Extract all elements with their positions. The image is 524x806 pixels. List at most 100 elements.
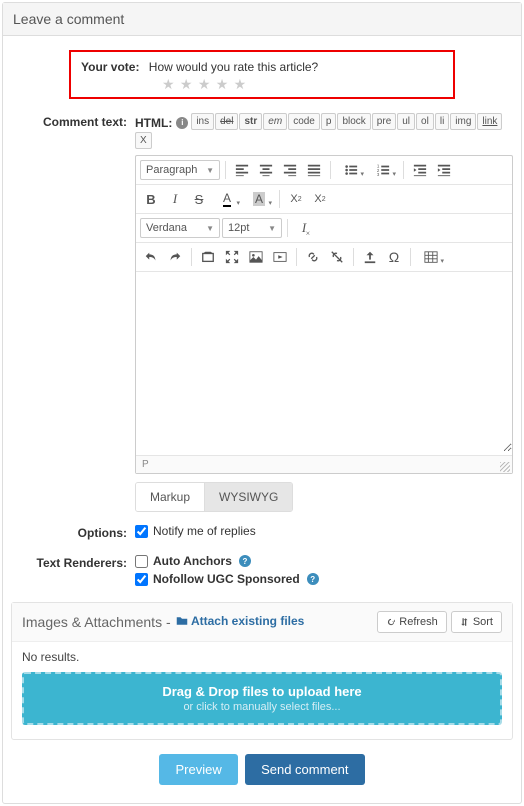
size-select[interactable]: 12pt▼ [222, 218, 282, 238]
upload-icon[interactable] [359, 246, 381, 268]
sort-button[interactable]: Sort [451, 611, 502, 633]
strikethrough-icon[interactable]: S [188, 188, 210, 210]
star-icon[interactable]: ★ [180, 76, 193, 92]
outdent-icon[interactable] [409, 159, 431, 181]
align-right-icon[interactable] [279, 159, 301, 181]
options-row: Options: Notify me of replies [11, 524, 513, 542]
paragraph-select[interactable]: Paragraph▼ [140, 160, 220, 180]
toolbar-row-4: Ω [136, 243, 512, 272]
align-left-icon[interactable] [231, 159, 253, 181]
tag-ul[interactable]: ul [397, 113, 415, 130]
preview-button[interactable]: Preview [159, 754, 237, 785]
actions-row: Preview Send comment [11, 740, 513, 791]
html-tags-bar: HTML: i ins del str em code p block pre … [135, 113, 513, 151]
attachments-panel: Images & Attachments - Attach existing f… [11, 602, 513, 740]
italic-icon[interactable]: I [164, 188, 186, 210]
tag-ol[interactable]: ol [416, 113, 434, 130]
refresh-button[interactable]: Refresh [377, 611, 447, 633]
renderers-row: Text Renderers: Auto Anchors ? Nofollow … [11, 554, 513, 590]
subscript-icon[interactable]: X2 [309, 188, 331, 210]
wysiwyg-editor: Paragraph▼ 123 B [135, 155, 513, 474]
vote-label: Your vote: [81, 60, 139, 74]
indent-icon[interactable] [433, 159, 455, 181]
notify-checkbox[interactable] [135, 525, 148, 538]
tag-link[interactable]: link [477, 113, 502, 130]
bg-color-icon[interactable]: A [244, 188, 274, 210]
toolbar-row-1: Paragraph▼ 123 [136, 156, 512, 185]
tag-block[interactable]: block [337, 113, 370, 130]
attach-icon[interactable] [197, 246, 219, 268]
auto-anchors-option[interactable]: Auto Anchors ? [135, 554, 513, 568]
star-icon[interactable]: ★ [234, 76, 247, 92]
tag-x[interactable]: X [135, 132, 152, 149]
align-center-icon[interactable] [255, 159, 277, 181]
renderers-label: Text Renderers: [11, 554, 135, 570]
toolbar-row-2: B I S A A X2 X2 [136, 185, 512, 214]
tag-str[interactable]: str [239, 113, 262, 130]
nofollow-label: Nofollow UGC Sponsored [153, 572, 300, 586]
nofollow-checkbox[interactable] [135, 573, 148, 586]
vote-box: Your vote: How would you rate this artic… [69, 50, 455, 99]
image-icon[interactable] [245, 246, 267, 268]
comment-panel: Leave a comment Your vote: How would you… [2, 2, 522, 804]
undo-icon[interactable] [140, 246, 162, 268]
attachments-body: No results. Drag & Drop files to upload … [12, 642, 512, 739]
options-label: Options: [11, 524, 135, 540]
svg-text:3: 3 [377, 172, 380, 177]
numbered-list-icon[interactable]: 123 [368, 159, 398, 181]
send-button[interactable]: Send comment [245, 754, 364, 785]
bold-icon[interactable]: B [140, 188, 162, 210]
table-icon[interactable] [416, 246, 446, 268]
tab-wysiwyg[interactable]: WYSIWYG [204, 483, 292, 511]
fullscreen-icon[interactable] [221, 246, 243, 268]
info-icon[interactable]: i [176, 117, 188, 129]
no-results-text: No results. [22, 650, 502, 664]
tag-img[interactable]: img [450, 113, 476, 130]
tag-code[interactable]: code [288, 113, 320, 130]
comment-text-row: Comment text: HTML: i ins del str em cod… [11, 113, 513, 512]
dropzone-title: Drag & Drop files to upload here [34, 684, 490, 699]
text-color-icon[interactable]: A [212, 188, 242, 210]
nofollow-option[interactable]: Nofollow UGC Sponsored ? [135, 572, 513, 586]
editor-status: P [136, 455, 512, 473]
notify-option[interactable]: Notify me of replies [135, 524, 513, 538]
redo-icon[interactable] [164, 246, 186, 268]
folder-icon [176, 615, 188, 627]
toolbar-row-3: Verdana▼ 12pt▼ I× [136, 214, 512, 243]
attachments-title: Images & Attachments - [22, 614, 171, 630]
tag-p[interactable]: p [321, 113, 337, 130]
link-icon[interactable] [302, 246, 324, 268]
tag-ins[interactable]: ins [191, 113, 214, 130]
attach-existing-link[interactable]: Attach existing files [176, 614, 304, 628]
dropzone-subtitle: or click to manually select files... [34, 701, 490, 713]
comment-text-label: Comment text: [11, 113, 135, 129]
superscript-icon[interactable]: X2 [285, 188, 307, 210]
tag-del[interactable]: del [215, 113, 238, 130]
font-select[interactable]: Verdana▼ [140, 218, 220, 238]
tag-li[interactable]: li [435, 113, 449, 130]
editor-textarea[interactable] [136, 272, 512, 452]
editor-mode-tabs: Markup WYSIWYG [135, 482, 293, 512]
star-rating[interactable]: ★ ★ ★ ★ ★ [161, 76, 443, 93]
media-icon[interactable] [269, 246, 291, 268]
panel-body: Your vote: How would you rate this artic… [3, 36, 521, 803]
tag-pre[interactable]: pre [372, 113, 396, 130]
star-icon[interactable]: ★ [162, 76, 175, 92]
resize-grip-icon[interactable] [500, 462, 510, 472]
dropzone[interactable]: Drag & Drop files to upload here or clic… [22, 672, 502, 725]
align-justify-icon[interactable] [303, 159, 325, 181]
unlink-icon[interactable] [326, 246, 348, 268]
star-icon[interactable]: ★ [198, 76, 211, 92]
tag-em[interactable]: em [263, 113, 287, 130]
help-icon[interactable]: ? [307, 573, 319, 585]
help-icon[interactable]: ? [239, 555, 251, 567]
special-char-icon[interactable]: Ω [383, 246, 405, 268]
auto-anchors-label: Auto Anchors [153, 554, 232, 568]
clear-format-icon[interactable]: I× [293, 217, 315, 239]
tab-markup[interactable]: Markup [136, 483, 204, 511]
star-icon[interactable]: ★ [216, 76, 229, 92]
sort-icon [460, 617, 470, 627]
bullet-list-icon[interactable] [336, 159, 366, 181]
attachments-header: Images & Attachments - Attach existing f… [12, 603, 512, 642]
auto-anchors-checkbox[interactable] [135, 555, 148, 568]
